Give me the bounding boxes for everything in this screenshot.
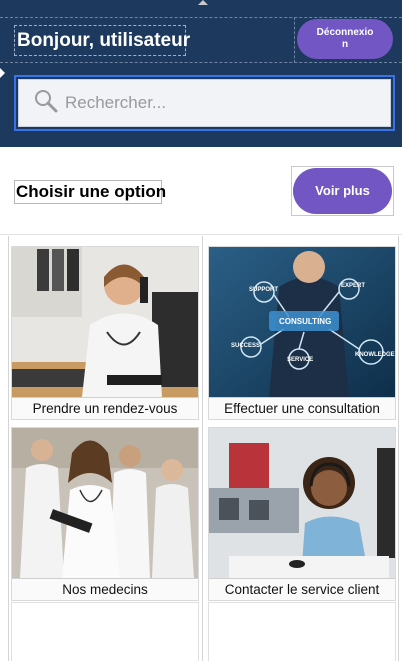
- svg-text:KNOWLEDGE: KNOWLEDGE: [355, 352, 395, 358]
- option-card-support[interactable]: Contacter le service client: [208, 427, 396, 601]
- svg-text:SUCCESS: SUCCESS: [231, 343, 260, 349]
- drawer-handle-indicator: [0, 68, 5, 78]
- search-input[interactable]: [65, 93, 365, 113]
- grid-divider: [398, 236, 399, 661]
- grid-divider: [202, 236, 203, 661]
- consulting-diagram-photo: SUPPORT EXPERT CONSULTING SUCCESS SERVIC…: [209, 247, 395, 397]
- grid-divider: [8, 236, 9, 661]
- empty-grid-cell: [208, 602, 396, 661]
- empty-grid-cell: [11, 602, 199, 661]
- svg-text:SUPPORT: SUPPORT: [249, 287, 278, 293]
- medical-team-photo: [12, 428, 198, 578]
- option-label: Prendre un rendez-vous: [12, 397, 198, 419]
- see-more-label: Voir plus: [293, 168, 392, 214]
- search-bar: [14, 75, 395, 131]
- option-label: Contacter le service client: [209, 578, 395, 600]
- header-frame-divider: [294, 17, 295, 63]
- section-title: Choisir une option: [14, 180, 166, 204]
- option-label: Nos medecins: [12, 578, 198, 600]
- option-card-appointment[interactable]: Prendre un rendez-vous: [11, 246, 199, 420]
- options-section-header: Choisir une option Voir plus: [0, 147, 402, 235]
- doctor-on-phone-photo: [12, 247, 198, 397]
- scroll-up-indicator: [198, 0, 208, 5]
- svg-text:SERVICE: SERVICE: [287, 357, 313, 363]
- see-more-button[interactable]: Voir plus: [291, 166, 394, 216]
- search-field-container[interactable]: [18, 79, 391, 127]
- app-header: Bonjour, utilisateur Déconnexion: [0, 0, 402, 147]
- options-grid: Prendre un rendez-vous SUPPORT EXPERT CO…: [0, 236, 402, 661]
- option-card-doctors[interactable]: Nos medecins: [11, 427, 199, 601]
- logout-button[interactable]: Déconnexion: [297, 19, 393, 59]
- svg-text:CONSULTING: CONSULTING: [279, 317, 331, 326]
- option-card-consultation[interactable]: SUPPORT EXPERT CONSULTING SUCCESS SERVIC…: [208, 246, 396, 420]
- svg-text:EXPERT: EXPERT: [341, 283, 365, 289]
- option-label: Effectuer une consultation: [209, 397, 395, 419]
- greeting-title: Bonjour, utilisateur: [14, 25, 190, 56]
- call-center-agent-photo: [209, 428, 395, 578]
- search-icon: [33, 88, 59, 119]
